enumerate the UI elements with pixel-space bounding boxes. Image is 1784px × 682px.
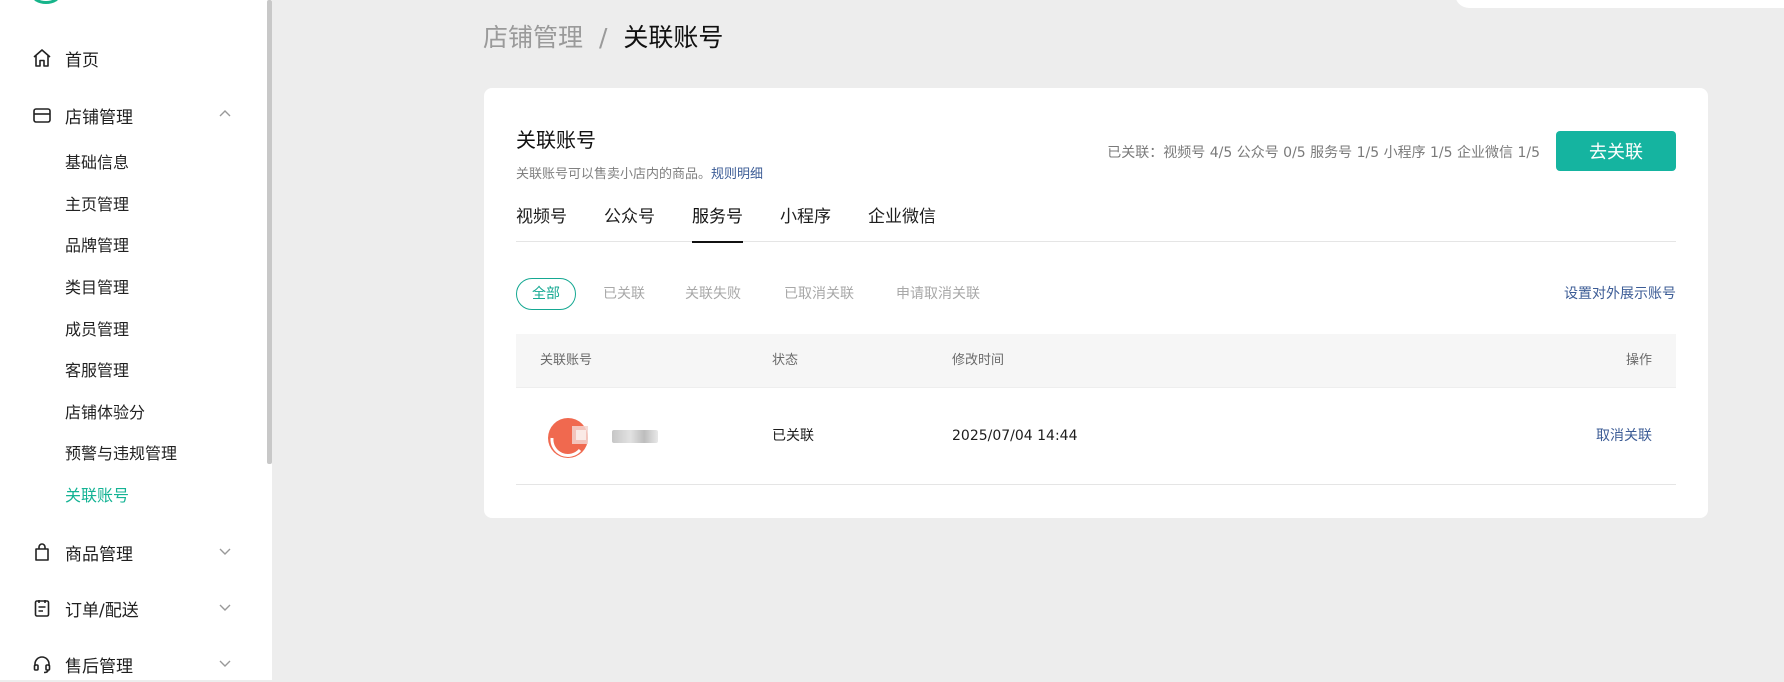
card-title: 关联账号 [516, 128, 596, 152]
column-header-status: 状态 [772, 353, 799, 368]
filter-unlink-requested[interactable]: 申请取消关联 [896, 278, 980, 310]
chevron-down-icon [219, 548, 231, 555]
card-description: 关联账号可以售卖小店内的商品。规则明细 [516, 163, 763, 182]
sidebar-subitem-brand[interactable]: 品牌管理 [65, 234, 129, 258]
go-link-button[interactable]: 去关联 [1556, 131, 1676, 171]
row-modified-time: 2025/07/04 14:44 [952, 428, 1078, 444]
sidebar-item-label: 店铺管理 [65, 107, 133, 128]
linked-summary: 已关联：视频号 4/5 公众号 0/5 服务号 1/5 小程序 1/5 企业微信… [1107, 145, 1540, 161]
table-header: 关联账号 状态 修改时间 操作 [516, 334, 1676, 387]
chevron-down-icon [219, 660, 231, 667]
sidebar-item-product-management[interactable]: 商品管理 [0, 534, 260, 570]
breadcrumb: 店铺管理 / 关联账号 [483, 20, 723, 56]
sidebar-item-store-management[interactable]: 店铺管理 [0, 97, 260, 133]
sidebar-item-label: 首页 [65, 50, 99, 71]
row-status: 已关联 [772, 428, 814, 444]
sidebar-item-orders[interactable]: 订单/配送 [0, 590, 260, 626]
sidebar-item-label: 商品管理 [65, 544, 133, 565]
sidebar-item-home[interactable]: 首页 [0, 40, 260, 76]
page-title: 关联账号 [623, 23, 724, 52]
sidebar: 首页 店铺管理 基础信息 主页管理 品牌管理 类目管理 成员管理 客服管理 店铺… [0, 0, 272, 680]
filter-linked[interactable]: 已关联 [603, 278, 645, 310]
unlink-button[interactable]: 取消关联 [1596, 388, 1652, 485]
sidebar-subitem-customer-service[interactable]: 客服管理 [65, 359, 129, 383]
sidebar-subitem-category[interactable]: 类目管理 [65, 276, 129, 300]
linked-accounts-card: 关联账号 关联账号可以售卖小店内的商品。规则明细 已关联：视频号 4/5 公众号… [484, 88, 1708, 518]
tab-wecom[interactable]: 企业微信 [868, 200, 936, 242]
filter-link-failed[interactable]: 关联失败 [685, 278, 741, 310]
sidebar-item-label: 售后管理 [65, 656, 133, 677]
tab-channels[interactable]: 视频号 [516, 200, 567, 242]
tab-mini-program[interactable]: 小程序 [780, 200, 831, 242]
rule-details-link[interactable]: 规则明细 [711, 167, 763, 182]
account-avatar [548, 418, 588, 458]
column-header-account: 关联账号 [540, 353, 593, 368]
breadcrumb-separator: / [598, 23, 608, 52]
account-name-redacted [612, 430, 658, 443]
sidebar-item-after-sales[interactable]: 售后管理 [0, 646, 260, 682]
column-header-modified: 修改时间 [952, 353, 1005, 368]
home-icon [32, 48, 52, 68]
sidebar-subitem-linked-accounts[interactable]: 关联账号 [65, 484, 129, 508]
filter-unlinked[interactable]: 已取消关联 [784, 278, 854, 310]
card-description-text: 关联账号可以售卖小店内的商品。 [516, 167, 712, 182]
account-type-tabs: 视频号 公众号 服务号 小程序 企业微信 [516, 200, 1676, 243]
shopping-bag-icon [32, 542, 52, 562]
sidebar-subitem-homepage[interactable]: 主页管理 [65, 193, 129, 217]
logo [31, 0, 61, 4]
chevron-down-icon [219, 604, 231, 611]
sidebar-subitem-members[interactable]: 成员管理 [65, 318, 129, 342]
column-header-action: 操作 [1625, 353, 1652, 368]
sidebar-subitem-basic-info[interactable]: 基础信息 [65, 151, 129, 175]
sidebar-scrollbar[interactable] [267, 0, 272, 464]
clipboard-icon [32, 598, 52, 618]
linked-accounts-table: 关联账号 状态 修改时间 操作 已关联 2025/07/04 14:44 取消关… [516, 334, 1676, 485]
tab-official-account[interactable]: 公众号 [604, 200, 655, 242]
sidebar-subitem-warnings[interactable]: 预警与违规管理 [65, 442, 177, 466]
sidebar-item-label: 订单/配送 [65, 600, 139, 621]
breadcrumb-parent[interactable]: 店铺管理 [483, 23, 583, 52]
store-icon [32, 105, 52, 125]
sidebar-subitem-experience-score[interactable]: 店铺体验分 [65, 401, 145, 425]
headset-icon [32, 654, 52, 674]
filter-all[interactable]: 全部 [516, 278, 576, 310]
tab-service-account[interactable]: 服务号 [692, 200, 743, 243]
chevron-up-icon [219, 110, 231, 117]
top-bar-panel [1455, 0, 1784, 8]
set-display-account-link[interactable]: 设置对外展示账号 [1564, 278, 1676, 310]
table-row: 已关联 2025/07/04 14:44 取消关联 [516, 387, 1676, 485]
